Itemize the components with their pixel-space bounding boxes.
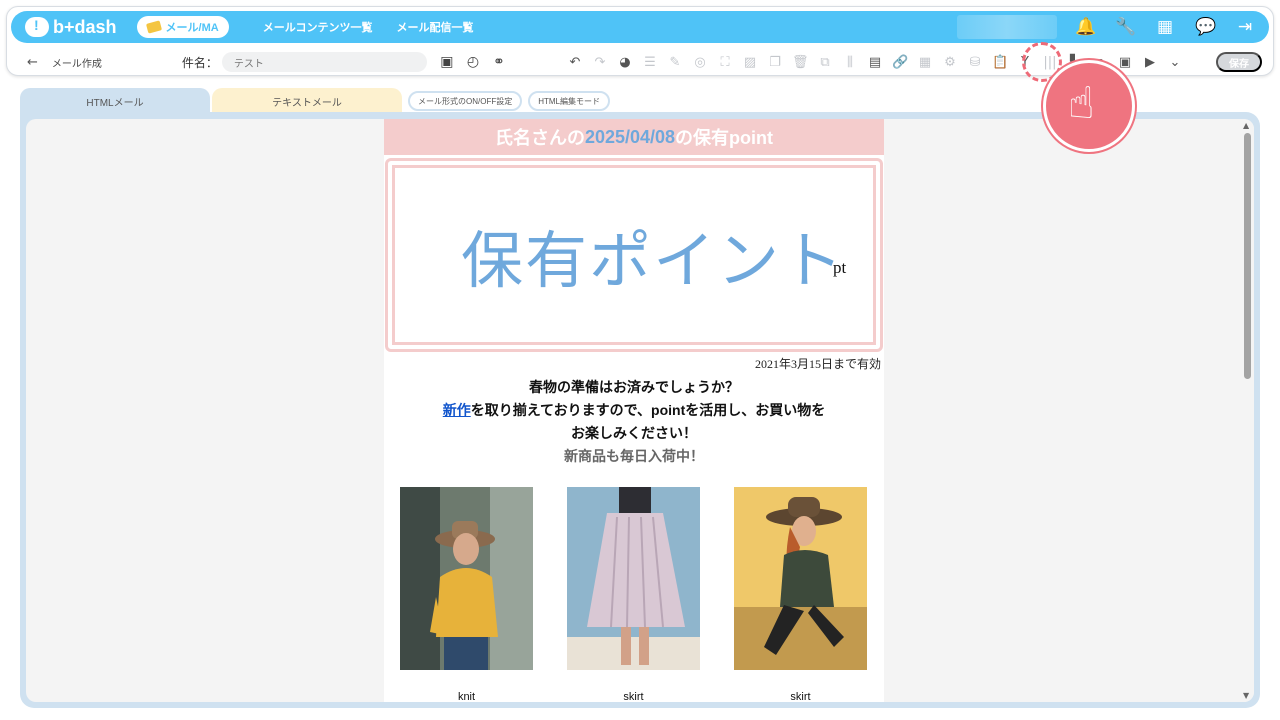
preview-window-icon[interactable]: ▣ bbox=[439, 54, 455, 70]
subject-input[interactable] bbox=[221, 52, 427, 72]
bdash-logo[interactable]: b+dash bbox=[25, 17, 117, 38]
play-icon[interactable]: ▶ bbox=[1142, 55, 1158, 70]
link-settings-icon[interactable]: ⚭ bbox=[491, 54, 507, 70]
points-card[interactable]: 保有ポイント pt bbox=[385, 158, 883, 352]
page-title: メール作成 bbox=[51, 58, 102, 70]
product-label: knit bbox=[457, 691, 476, 702]
apps-grid-icon[interactable]: ▦ bbox=[1155, 17, 1175, 37]
header-name: 氏名さんの bbox=[494, 128, 585, 148]
email-body[interactable]: 氏名さんの 2025/04/08 の保有point 保有ポイント pt 2021年3… bbox=[384, 119, 884, 702]
header-date: 2025/04/08 bbox=[584, 126, 676, 147]
align-icon[interactable]: ☰ bbox=[642, 55, 658, 70]
chevron-down-icon[interactable]: ⌄ bbox=[1167, 55, 1183, 70]
product-image-skirt-1[interactable] bbox=[567, 487, 700, 670]
product-label: skirt bbox=[623, 691, 644, 702]
product-grid: knit skirt skirt bbox=[400, 487, 870, 702]
points-title: 保有ポイント bbox=[461, 224, 846, 297]
schedule-icon[interactable]: ◴ bbox=[465, 54, 481, 70]
tap-hand-indicator: ☝ bbox=[1043, 60, 1135, 152]
message-line2-text: を取り揃えておりますので、pointを活用し、お買い物を bbox=[470, 402, 826, 418]
fullscreen-icon[interactable]: ⛶ bbox=[717, 55, 733, 70]
trash-icon[interactable]: 🗑 bbox=[792, 55, 809, 70]
target-icon[interactable]: ◎ bbox=[692, 55, 708, 70]
email-header[interactable]: 氏名さんの 2025/04/08 の保有point bbox=[384, 119, 884, 155]
product-label: skirt bbox=[790, 691, 811, 702]
scroll-up-icon[interactable]: ▲ bbox=[1243, 121, 1249, 130]
rows-icon[interactable]: ▤ bbox=[867, 55, 883, 70]
message-line3: お楽しみください！ bbox=[571, 425, 697, 441]
product-image-skirt-2[interactable] bbox=[734, 487, 867, 670]
wrench-icon[interactable]: 🔧 bbox=[1115, 17, 1136, 37]
editor-canvas: 氏名さんの 2025/04/08 の保有point 保有ポイント pt 2021年3… bbox=[26, 119, 1254, 702]
image-icon[interactable]: ▨ bbox=[742, 55, 758, 70]
header-suffix: の保有point bbox=[675, 128, 774, 148]
message-line1: 春物の準備はお済みでしょうか？ bbox=[529, 379, 739, 395]
editor-area: 氏名さんの 2025/04/08 の保有point 保有ポイント pt 2021年3… bbox=[20, 112, 1260, 708]
tab-text-mail[interactable]: テキストメール bbox=[212, 88, 402, 114]
mail-ma-pill[interactable]: メール/MA bbox=[136, 16, 229, 38]
database-icon[interactable]: ⛁ bbox=[967, 55, 983, 70]
nav-mail-content-list[interactable]: メールコンテンツ一覧 bbox=[263, 19, 373, 35]
duplicate-icon[interactable]: ⧉ bbox=[817, 55, 833, 70]
format-toggle-button[interactable]: メール形式のON/OFF設定 bbox=[408, 91, 523, 111]
chat-icon[interactable]: 💬 bbox=[1195, 17, 1216, 37]
scrollbar[interactable]: ▲ ▼ bbox=[1240, 119, 1254, 702]
logo-bubble-icon bbox=[25, 17, 49, 37]
copy-icon[interactable]: ❐ bbox=[767, 55, 783, 70]
save-button[interactable]: 保存 bbox=[1216, 52, 1262, 72]
bell-icon[interactable]: 🔔 bbox=[1075, 17, 1096, 37]
nav-mail-delivery-list[interactable]: メール配信一覧 bbox=[396, 19, 473, 35]
points-card-inner: 保有ポイント pt bbox=[392, 165, 876, 345]
product-card[interactable]: skirt bbox=[734, 487, 867, 702]
new-arrivals-link[interactable]: 新作 bbox=[443, 402, 471, 418]
header-icons: 🔔 🔧 ▦ 💬 ⇥ bbox=[1055, 11, 1255, 43]
logo-text: b+dash bbox=[53, 16, 117, 37]
palette-icon[interactable]: ◕ bbox=[617, 55, 633, 70]
blurred-account-info bbox=[957, 15, 1057, 39]
back-arrow-icon[interactable]: ← bbox=[27, 55, 38, 70]
valid-until: 2021年3月15日まで有効 bbox=[754, 357, 881, 371]
message-line2: 新作を取り揃えておりますので、pointを活用し、お買い物を bbox=[384, 399, 884, 422]
scrollbar-thumb[interactable] bbox=[1244, 133, 1251, 379]
product-card[interactable]: skirt bbox=[567, 487, 700, 702]
mail-format-tabs: HTMLメール テキストメール メール形式のON/OFF設定 HTML編集モード bbox=[20, 88, 610, 114]
contact-card-icon[interactable]: ▣ bbox=[1117, 55, 1133, 70]
scroll-down-icon[interactable]: ▼ bbox=[1243, 691, 1249, 700]
pointing-hand-icon: ☝ bbox=[1068, 78, 1095, 129]
product-card[interactable]: knit bbox=[400, 487, 533, 702]
tab-html-mail[interactable]: HTMLメール bbox=[20, 88, 210, 114]
html-edit-mode-button[interactable]: HTML編集モード bbox=[528, 91, 610, 111]
redo-icon[interactable]: ↷ bbox=[592, 55, 608, 70]
top-navbar: b+dash メール/MA メールコンテンツ一覧 メール配信一覧 🔔 🔧 ▦ 💬… bbox=[11, 11, 1269, 43]
product-image-knit[interactable] bbox=[400, 487, 533, 670]
clipboard-icon[interactable]: 📋 bbox=[992, 55, 1008, 70]
gears-icon[interactable]: ⚙ bbox=[942, 55, 958, 70]
undo-icon[interactable]: ↶ bbox=[567, 55, 583, 70]
link-icon[interactable]: 🔗 bbox=[892, 55, 908, 70]
envelope-icon bbox=[145, 20, 162, 34]
points-unit: pt bbox=[833, 258, 847, 277]
pen-icon[interactable]: ✎ bbox=[667, 55, 683, 70]
email-message[interactable]: 春物の準備はお済みでしょうか？ 新作を取り揃えておりますので、pointを活用し… bbox=[384, 376, 884, 468]
columns-icon[interactable]: ⫼ bbox=[842, 55, 858, 70]
logout-icon[interactable]: ⇥ bbox=[1235, 17, 1255, 37]
calendar-icon[interactable]: ▦ bbox=[917, 55, 933, 70]
mail-ma-label: メール/MA bbox=[165, 22, 219, 34]
message-line4: 新商品も毎日入荷中！ bbox=[564, 448, 704, 464]
subject-label: 件名： bbox=[181, 55, 218, 70]
